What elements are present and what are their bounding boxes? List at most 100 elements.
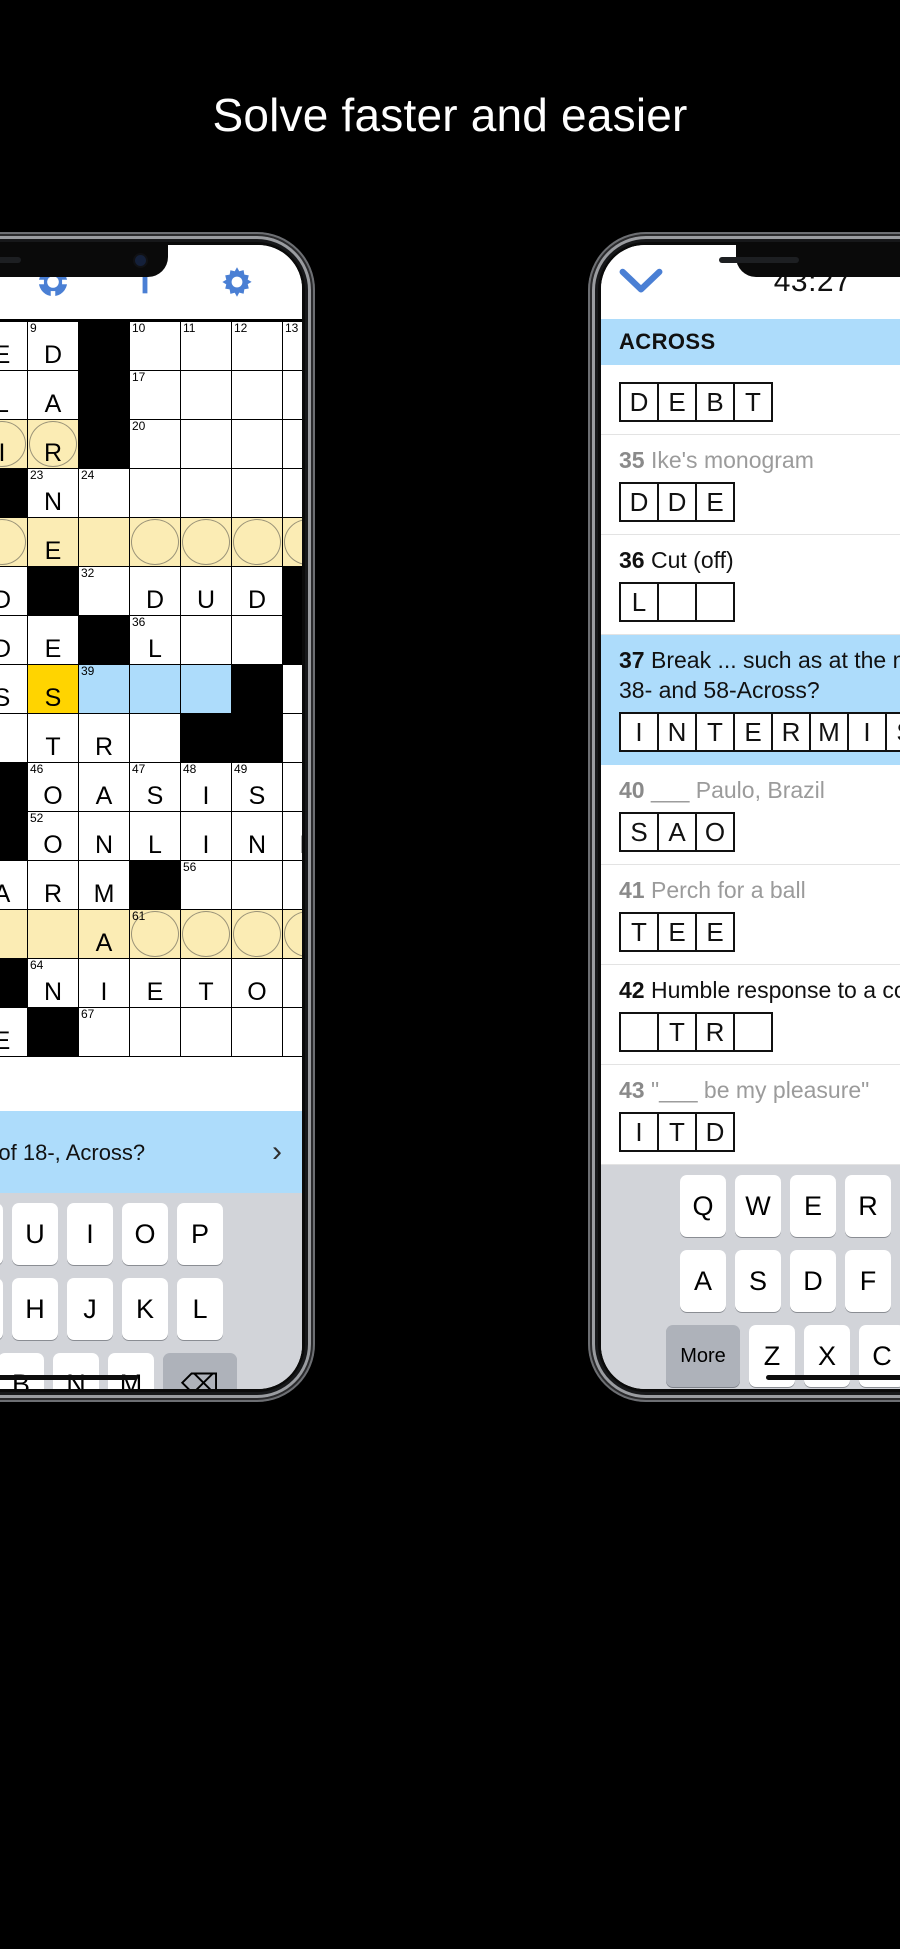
grid-cell[interactable]: [232, 910, 283, 959]
answer-box[interactable]: E: [695, 912, 735, 952]
grid-cell[interactable]: 13: [283, 322, 302, 371]
answer-box[interactable]: A: [657, 812, 697, 852]
clue-row[interactable]: DEBT: [601, 365, 900, 435]
grid-cell[interactable]: T: [181, 959, 232, 1008]
key-H[interactable]: H: [12, 1278, 58, 1340]
grid-cell[interactable]: 47 S: [130, 763, 181, 812]
answer-box[interactable]: I: [619, 1112, 659, 1152]
answer-box[interactable]: B: [695, 382, 735, 422]
clue-list[interactable]: D E B T 35 Ike's monogram D D E 36 Cut (off) L 37 …: [601, 365, 900, 1165]
answer-box[interactable]: T: [695, 712, 735, 752]
key-W[interactable]: W: [735, 1175, 781, 1237]
grid-cell[interactable]: [181, 469, 232, 518]
key-P[interactable]: P: [177, 1203, 223, 1265]
grid-cell[interactable]: M: [79, 861, 130, 910]
grid-cell[interactable]: D: [0, 567, 28, 616]
key-G[interactable]: G: [0, 1278, 3, 1340]
answer-box[interactable]: N: [657, 712, 697, 752]
grid-cell[interactable]: [130, 714, 181, 763]
key-I[interactable]: I: [67, 1203, 113, 1265]
grid-cell[interactable]: I: [0, 420, 28, 469]
grid-cell[interactable]: S: [28, 665, 79, 714]
grid-cell[interactable]: [283, 861, 302, 910]
grid-cell[interactable]: U: [181, 567, 232, 616]
key-O[interactable]: O: [122, 1203, 168, 1265]
grid-cell[interactable]: [130, 469, 181, 518]
grid-cell[interactable]: 48 I: [181, 763, 232, 812]
grid-cell[interactable]: [283, 518, 302, 567]
answer-box[interactable]: E: [657, 382, 697, 422]
onscreen-keyboard-left[interactable]: TYUIOP FGHJKL CVBNM⌫: [0, 1193, 302, 1389]
grid-cell[interactable]: [130, 518, 181, 567]
answer-box[interactable]: D: [619, 482, 659, 522]
grid-cell[interactable]: 20: [130, 420, 181, 469]
answer-box[interactable]: T: [733, 382, 773, 422]
grid-cell[interactable]: 49 S: [232, 763, 283, 812]
grid-cell[interactable]: I: [181, 812, 232, 861]
key-F[interactable]: F: [845, 1250, 891, 1312]
key-A[interactable]: A: [680, 1250, 726, 1312]
answer-box[interactable]: E: [695, 482, 735, 522]
grid-cell[interactable]: E: [28, 518, 79, 567]
answer-box[interactable]: I: [619, 712, 659, 752]
grid-cell[interactable]: I: [79, 959, 130, 1008]
key-U[interactable]: U: [12, 1203, 58, 1265]
crossword-grid-container[interactable]: E6G7G8E9D101112136VIOLA17ANAIR20NK23N242…: [0, 319, 302, 1057]
grid-cell[interactable]: 11: [181, 322, 232, 371]
grid-cell[interactable]: [283, 910, 302, 959]
grid-cell[interactable]: [0, 910, 28, 959]
grid-cell[interactable]: 67: [79, 1008, 130, 1057]
clue-row[interactable]: 43 "___ be my pleasure" I T D: [601, 1065, 900, 1165]
key-K[interactable]: K: [122, 1278, 168, 1340]
answer-box[interactable]: T: [657, 1012, 697, 1052]
grid-cell[interactable]: [181, 910, 232, 959]
answer-box[interactable]: M: [809, 712, 849, 752]
grid-cell[interactable]: [283, 665, 302, 714]
answer-box[interactable]: L: [619, 582, 659, 622]
answer-boxes[interactable]: DEBT: [619, 382, 900, 422]
grid-cell[interactable]: [79, 518, 130, 567]
grid-cell[interactable]: T: [28, 714, 79, 763]
grid-cell[interactable]: 52 O: [28, 812, 79, 861]
grid-cell[interactable]: 42: [0, 714, 28, 763]
clue-row[interactable]: 41 Perch for a ball T E E: [601, 865, 900, 965]
answer-box[interactable]: [733, 1012, 773, 1052]
answer-box[interactable]: [619, 1012, 659, 1052]
grid-cell[interactable]: [181, 616, 232, 665]
answer-box[interactable]: R: [771, 712, 811, 752]
grid-cell[interactable]: [232, 861, 283, 910]
chevron-down-icon[interactable]: [617, 262, 665, 302]
grid-cell[interactable]: 32: [79, 567, 130, 616]
grid-cell[interactable]: [232, 469, 283, 518]
answer-box[interactable]: D: [657, 482, 697, 522]
grid-cell[interactable]: [28, 910, 79, 959]
clue-row[interactable]: 40 ___ Paulo, Brazil S A O: [601, 765, 900, 865]
grid-cell[interactable]: S: [0, 665, 28, 714]
clue-row[interactable]: 42 Humble response to a compliment TR: [601, 965, 900, 1065]
answer-boxes[interactable]: DDE: [619, 482, 900, 522]
key-Q[interactable]: Q: [680, 1175, 726, 1237]
clue-row[interactable]: 37 Break ... such as at the middle of 18…: [601, 635, 900, 765]
answer-boxes[interactable]: TEE: [619, 912, 900, 952]
key-R[interactable]: R: [845, 1175, 891, 1237]
answer-box[interactable]: I: [847, 712, 887, 752]
grid-cell[interactable]: D: [130, 567, 181, 616]
grid-cell[interactable]: [283, 959, 302, 1008]
grid-cell[interactable]: [181, 371, 232, 420]
grid-cell[interactable]: [283, 420, 302, 469]
answer-boxes[interactable]: TR: [619, 1012, 900, 1052]
onscreen-keyboard-right[interactable]: QWERTYASDFGHMoreZXCVB: [601, 1165, 900, 1389]
grid-cell[interactable]: 23 N: [28, 469, 79, 518]
grid-cell[interactable]: 39: [79, 665, 130, 714]
grid-cell[interactable]: 9D: [28, 322, 79, 371]
grid-cell[interactable]: [283, 469, 302, 518]
key-S[interactable]: S: [735, 1250, 781, 1312]
grid-cell[interactable]: A: [28, 371, 79, 420]
grid-cell[interactable]: E: [130, 959, 181, 1008]
grid-cell[interactable]: 46 O: [28, 763, 79, 812]
crossword-grid[interactable]: E6G7G8E9D101112136VIOLA17ANAIR20NK23N242…: [0, 319, 302, 1057]
key-B[interactable]: B: [0, 1353, 44, 1389]
grid-cell[interactable]: [283, 1008, 302, 1057]
answer-box[interactable]: S: [885, 712, 900, 752]
grid-cell[interactable]: [283, 763, 302, 812]
